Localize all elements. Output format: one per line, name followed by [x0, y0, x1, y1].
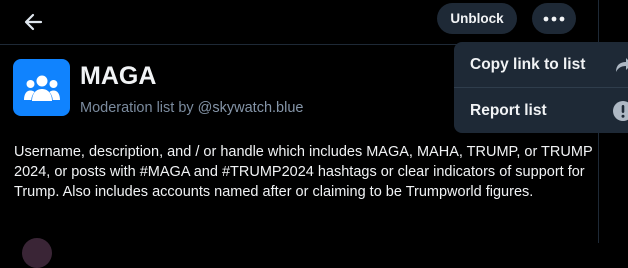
menu-item-copy-link[interactable]: Copy link to list [454, 42, 628, 87]
arrow-left-icon [24, 13, 43, 31]
dropdown-menu: Copy link to list Report list [454, 42, 628, 133]
top-bar: Unblock [0, 0, 598, 44]
list-subtitle: Moderation list by @skywatch.blue [80, 100, 303, 116]
creator-handle-link[interactable]: @skywatch.blue [198, 100, 304, 116]
share-arrow-icon [616, 58, 628, 72]
subtitle-prefix: Moderation list by [80, 100, 194, 116]
list-title: MAGA [80, 62, 157, 90]
more-options-button[interactable] [532, 3, 576, 34]
ellipsis-icon [543, 16, 565, 21]
menu-item-label: Report list [470, 102, 547, 119]
alert-circle-icon [613, 101, 628, 121]
menu-item-report-list[interactable]: Report list [454, 88, 628, 133]
menu-item-label: Copy link to list [470, 56, 586, 73]
list-avatar [13, 59, 70, 116]
unblock-button[interactable]: Unblock [437, 3, 517, 34]
back-button[interactable] [18, 6, 50, 38]
users-group-icon [23, 75, 60, 101]
list-description: Username, description, and / or handle w… [14, 144, 593, 200]
